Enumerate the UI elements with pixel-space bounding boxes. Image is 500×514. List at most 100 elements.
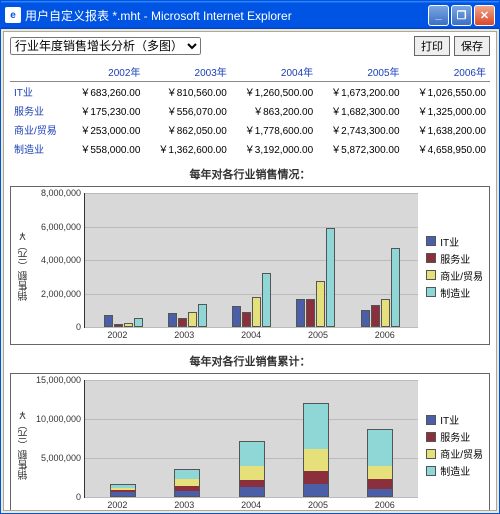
bar-group	[361, 248, 400, 327]
cell: ￥863,200.00	[231, 101, 317, 120]
cell: ￥1,362,600.00	[144, 139, 230, 158]
close-button[interactable]: ✕	[474, 5, 495, 26]
cell: ￥683,260.00	[67, 82, 144, 102]
toolbar: 行业年度销售增长分析（多图） 打印 保存	[10, 36, 490, 56]
bar-segment	[239, 441, 265, 466]
cell: ￥1,778,600.00	[231, 120, 317, 139]
cell: ￥175,230.00	[67, 101, 144, 120]
titlebar: e 用户自定义报表 *.mht - Microsoft Internet Exp…	[1, 1, 499, 29]
stacked-bar	[110, 484, 136, 497]
y-tick: 10,000,000	[33, 414, 81, 424]
year-header: 2002年	[67, 62, 144, 82]
x-tick: 2006	[375, 500, 395, 510]
row-name: 商业/贸易	[10, 120, 67, 139]
legend-item: 商业/贸易	[426, 446, 483, 461]
bar-segment	[367, 466, 393, 479]
bar	[188, 312, 197, 327]
table-row: IT业￥683,260.00￥810,560.00￥1,260,500.00￥1…	[10, 82, 490, 102]
bar-segment	[174, 479, 200, 486]
stacked-bar	[367, 429, 393, 497]
row-name: 服务业	[10, 101, 67, 120]
legend-label: 制造业	[440, 463, 470, 478]
window-buttons: _ ❐ ✕	[428, 5, 495, 26]
bar-segment	[303, 484, 329, 497]
year-header: 2003年	[144, 62, 230, 82]
bar	[306, 299, 315, 327]
legend-item: IT业	[426, 234, 483, 249]
cell: ￥5,872,300.00	[317, 139, 403, 158]
legend-label: 制造业	[440, 285, 470, 300]
x-tick: 2003	[174, 500, 194, 510]
bar-group	[296, 228, 335, 327]
x-tick: 2003	[174, 330, 194, 340]
bar-segment	[174, 469, 200, 480]
save-button[interactable]: 保存	[454, 36, 490, 56]
window-title: 用户自定义报表 *.mht - Microsoft Internet Explo…	[25, 7, 428, 24]
legend-label: IT业	[440, 234, 459, 249]
bar	[326, 228, 335, 327]
bar	[178, 318, 187, 327]
chart-title: 每年对各行业销售情况：	[10, 166, 490, 182]
legend-swatch	[426, 236, 436, 246]
legend-swatch	[426, 270, 436, 280]
legend-swatch	[426, 449, 436, 459]
bar	[124, 323, 133, 327]
legend-swatch	[426, 432, 436, 442]
app-window: e 用户自定义报表 *.mht - Microsoft Internet Exp…	[0, 0, 500, 514]
x-tick: 2004	[241, 500, 261, 510]
x-tick: 2004	[241, 330, 261, 340]
year-header: 2005年	[317, 62, 403, 82]
x-tick: 2005	[308, 330, 328, 340]
minimize-button[interactable]: _	[428, 5, 449, 26]
cell: ￥1,673,200.00	[317, 82, 403, 102]
bar-group	[232, 273, 271, 327]
x-tick: 2006	[375, 330, 395, 340]
bar	[252, 297, 261, 327]
bar-segment	[239, 487, 265, 497]
content-area: 行业年度销售增长分析（多图） 打印 保存 2002年2003年2004年2005…	[3, 31, 497, 511]
y-tick: 15,000,000	[33, 375, 81, 385]
y-tick: 8,000,000	[33, 188, 81, 198]
bar-segment	[367, 429, 393, 466]
y-tick: 5,000,000	[33, 453, 81, 463]
cell: ￥2,743,300.00	[317, 120, 403, 139]
y-tick: 4,000,000	[33, 255, 81, 265]
legend: IT业服务业商业/贸易制造业	[418, 193, 485, 340]
report-select[interactable]: 行业年度销售增长分析（多图）	[10, 37, 201, 55]
legend-item: 服务业	[426, 429, 483, 444]
bar	[316, 281, 325, 327]
table-row: 服务业￥175,230.00￥556,070.00￥863,200.00￥1,6…	[10, 101, 490, 120]
y-axis-label: 销售额（元）￥	[15, 193, 34, 340]
legend-swatch	[426, 415, 436, 425]
bar-segment	[110, 492, 136, 497]
y-tick: 6,000,000	[33, 222, 81, 232]
year-header: 2006年	[404, 62, 490, 82]
maximize-button[interactable]: ❐	[451, 5, 472, 26]
cell: ￥556,070.00	[144, 101, 230, 120]
chart: 销售额（元）￥02,000,0004,000,0006,000,0008,000…	[10, 186, 490, 345]
cell: ￥862,050.00	[144, 120, 230, 139]
legend-label: 服务业	[440, 429, 470, 444]
row-name: 制造业	[10, 139, 67, 158]
legend-label: 商业/贸易	[440, 268, 483, 283]
bar	[262, 273, 271, 327]
bar	[361, 310, 370, 327]
legend-swatch	[426, 287, 436, 297]
cell: ￥1,325,000.00	[404, 101, 490, 120]
data-table: 2002年2003年2004年2005年2006年 IT业￥683,260.00…	[10, 62, 490, 158]
legend-item: IT业	[426, 412, 483, 427]
bar	[242, 312, 251, 327]
stacked-bar	[303, 403, 329, 497]
print-button[interactable]: 打印	[414, 36, 450, 56]
row-name: IT业	[10, 82, 67, 102]
bar-segment	[303, 403, 329, 449]
chart-title: 每年对各行业销售累计：	[10, 353, 490, 369]
cell: ￥4,658,950.00	[404, 139, 490, 158]
x-tick: 2002	[107, 330, 127, 340]
bar	[381, 299, 390, 327]
bar	[114, 324, 123, 327]
bar	[198, 304, 207, 327]
legend: IT业服务业商业/贸易制造业	[418, 380, 485, 510]
bar-segment	[367, 489, 393, 497]
stacked-bar	[174, 469, 200, 497]
